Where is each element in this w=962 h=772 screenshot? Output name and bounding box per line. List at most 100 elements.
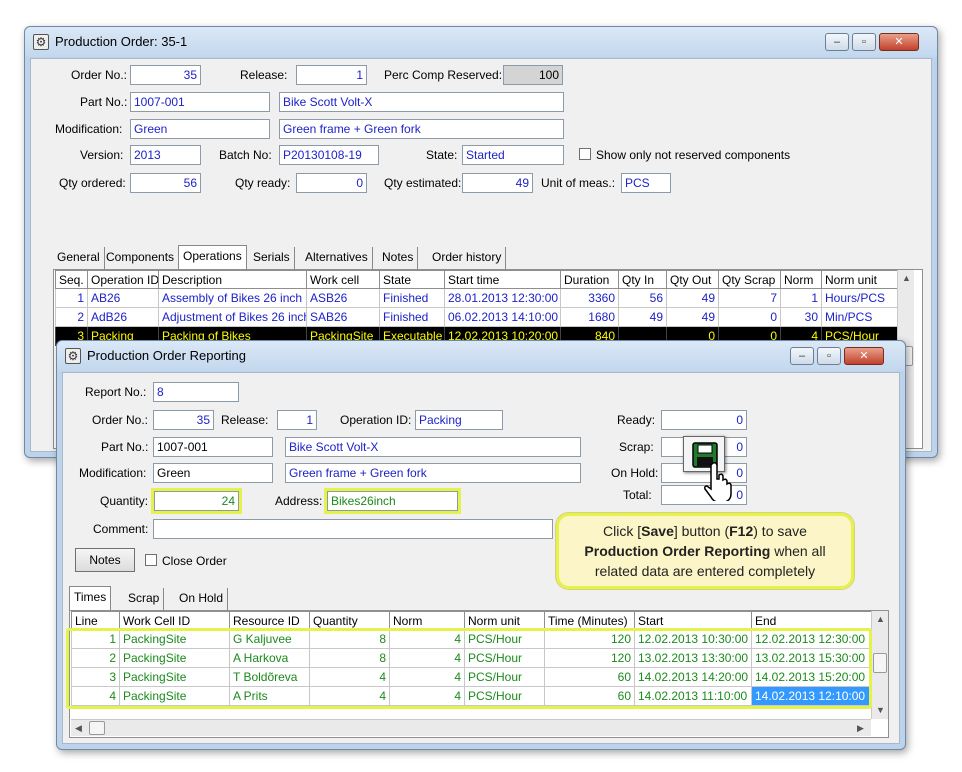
- version-field[interactable]: 2013: [130, 145, 201, 165]
- title-bar[interactable]: ⚙ Production Order: 35-1 – ▫ ✕: [25, 27, 937, 57]
- times-scroll-down-icon[interactable]: ▼: [876, 705, 885, 715]
- table-cell[interactable]: 30: [780, 307, 822, 327]
- tab-general[interactable]: General: [53, 247, 105, 269]
- table-cell[interactable]: PCS/Hour: [464, 667, 545, 687]
- close-button[interactable]: ✕: [879, 33, 919, 51]
- column-header[interactable]: End: [751, 611, 872, 630]
- times-row[interactable]: 3 PackingSite T Boldõreva 4 4 PCS/Hour 60 14.02…: [71, 667, 872, 687]
- table-cell[interactable]: 7: [718, 288, 781, 308]
- reporting-minimize-button[interactable]: –: [790, 347, 814, 365]
- table-cell[interactable]: 120: [544, 648, 635, 668]
- reporting-part-no-field[interactable]: 1007-001: [153, 437, 273, 457]
- table-cell[interactable]: PackingSite: [119, 629, 230, 649]
- reporting-order-no-field[interactable]: 35: [153, 410, 214, 430]
- table-cell[interactable]: 4: [389, 686, 465, 706]
- table-cell[interactable]: 1: [55, 288, 88, 308]
- table-cell[interactable]: 3360: [560, 288, 619, 308]
- table-cell[interactable]: 12.02.2013 12:30:00: [751, 629, 872, 649]
- table-cell[interactable]: 14.02.2013 14:20:00: [634, 667, 752, 687]
- table-cell[interactable]: T Boldõreva: [229, 667, 310, 687]
- column-header[interactable]: Duration: [560, 270, 619, 289]
- table-cell[interactable]: 8: [309, 629, 390, 649]
- report-no-field[interactable]: 8: [153, 382, 239, 402]
- table-cell[interactable]: PCS/Hour: [464, 629, 545, 649]
- table-cell[interactable]: 4: [389, 648, 465, 668]
- order-no-field[interactable]: 35: [130, 65, 201, 85]
- table-cell[interactable]: 14.02.2013 11:10:00: [634, 686, 752, 706]
- scroll-up-icon[interactable]: ▲: [902, 273, 911, 283]
- tab-components[interactable]: Components: [102, 247, 180, 269]
- table-cell[interactable]: 56: [618, 288, 667, 308]
- table-cell[interactable]: 28.01.2013 12:30:00: [444, 288, 561, 308]
- operation-row[interactable]: 2 AdB26 Adjustment of Bikes 26 inch SAB26 Fi…: [55, 307, 899, 327]
- table-cell[interactable]: 4: [389, 629, 465, 649]
- scroll-right-icon[interactable]: ▶: [857, 723, 864, 734]
- column-header[interactable]: Seq.: [55, 270, 88, 289]
- column-header[interactable]: Work Cell ID: [119, 611, 230, 630]
- close-order-checkbox[interactable]: [145, 554, 157, 566]
- column-header[interactable]: Line: [71, 611, 120, 630]
- table-cell[interactable]: 4: [71, 686, 120, 706]
- modification-field[interactable]: Green: [130, 119, 270, 139]
- table-cell[interactable]: 1680: [560, 307, 619, 327]
- scroll-left-icon[interactable]: ◀: [75, 723, 82, 734]
- table-cell[interactable]: 8: [309, 648, 390, 668]
- times-scroll-thumb[interactable]: [873, 653, 887, 673]
- release-field[interactable]: 1: [296, 65, 367, 85]
- table-cell[interactable]: AB26: [87, 288, 159, 308]
- table-cell[interactable]: 14.02.2013 15:20:00: [751, 667, 872, 687]
- show-only-checkbox[interactable]: [579, 148, 591, 160]
- table-cell[interactable]: 1: [780, 288, 822, 308]
- table-cell[interactable]: 4: [389, 667, 465, 687]
- reporting-modification-field[interactable]: Green: [153, 463, 273, 483]
- times-row[interactable]: 2 PackingSite A Harkova 8 4 PCS/Hour 120 13.02.…: [71, 648, 872, 668]
- tab-on-hold[interactable]: On Hold: [175, 588, 229, 610]
- part-no-field[interactable]: 1007-001: [130, 92, 270, 112]
- times-scrollbar[interactable]: ▲ ▼: [871, 611, 888, 719]
- table-cell[interactable]: AdB26: [87, 307, 159, 327]
- column-header[interactable]: Resource ID: [229, 611, 310, 630]
- comment-field[interactable]: [153, 519, 553, 539]
- table-cell[interactable]: 4: [309, 667, 390, 687]
- table-cell[interactable]: 14.02.2013 12:10:00: [751, 686, 872, 706]
- table-cell[interactable]: 0: [718, 307, 781, 327]
- maximize-button[interactable]: ▫: [852, 33, 876, 51]
- tab-alternatives[interactable]: Alternatives: [301, 247, 373, 269]
- table-cell[interactable]: 3: [71, 667, 120, 687]
- table-cell[interactable]: 49: [666, 288, 719, 308]
- table-cell[interactable]: G Kaljuvee: [229, 629, 310, 649]
- table-cell[interactable]: A Harkova: [229, 648, 310, 668]
- column-header[interactable]: State: [379, 270, 445, 289]
- table-cell[interactable]: 2: [55, 307, 88, 327]
- batch-no-field[interactable]: P20130108-19: [279, 145, 379, 165]
- table-cell[interactable]: SAB26: [306, 307, 380, 327]
- table-cell[interactable]: 1: [71, 629, 120, 649]
- table-cell[interactable]: A Prits: [229, 686, 310, 706]
- column-header[interactable]: Qty Out: [666, 270, 719, 289]
- table-cell[interactable]: 12.02.2013 10:30:00: [634, 629, 752, 649]
- notes-button[interactable]: Notes: [75, 548, 135, 572]
- times-hscroll-thumb[interactable]: [89, 721, 105, 735]
- column-header[interactable]: Norm unit: [821, 270, 899, 289]
- tab-serials[interactable]: Serials: [249, 247, 295, 269]
- tab-order-history[interactable]: Order history: [428, 247, 507, 269]
- table-cell[interactable]: 49: [666, 307, 719, 327]
- table-cell[interactable]: 13.02.2013 13:30:00: [634, 648, 752, 668]
- column-header[interactable]: Start time: [444, 270, 561, 289]
- operation-row[interactable]: 1 AB26 Assembly of Bikes 26 inch ASB26 Finis…: [55, 288, 899, 308]
- table-cell[interactable]: 06.02.2013 14:10:00: [444, 307, 561, 327]
- address-field[interactable]: Bikes26inch: [327, 491, 458, 511]
- operation-id-field[interactable]: Packing: [415, 410, 503, 430]
- tab-scrap[interactable]: Scrap: [124, 588, 165, 610]
- table-cell[interactable]: PackingSite: [119, 686, 230, 706]
- tab-notes[interactable]: Notes: [378, 247, 419, 269]
- minimize-button[interactable]: –: [825, 33, 849, 51]
- table-cell[interactable]: 60: [544, 667, 635, 687]
- column-header[interactable]: Norm: [389, 611, 465, 630]
- table-cell[interactable]: PackingSite: [119, 667, 230, 687]
- table-cell[interactable]: Min/PCS: [821, 307, 899, 327]
- times-row[interactable]: 4 PackingSite A Prits 4 4 PCS/Hour 60 14.02.201…: [71, 686, 872, 706]
- column-header[interactable]: Work cell: [306, 270, 380, 289]
- table-cell[interactable]: Finished: [379, 288, 445, 308]
- reporting-release-field[interactable]: 1: [277, 410, 317, 430]
